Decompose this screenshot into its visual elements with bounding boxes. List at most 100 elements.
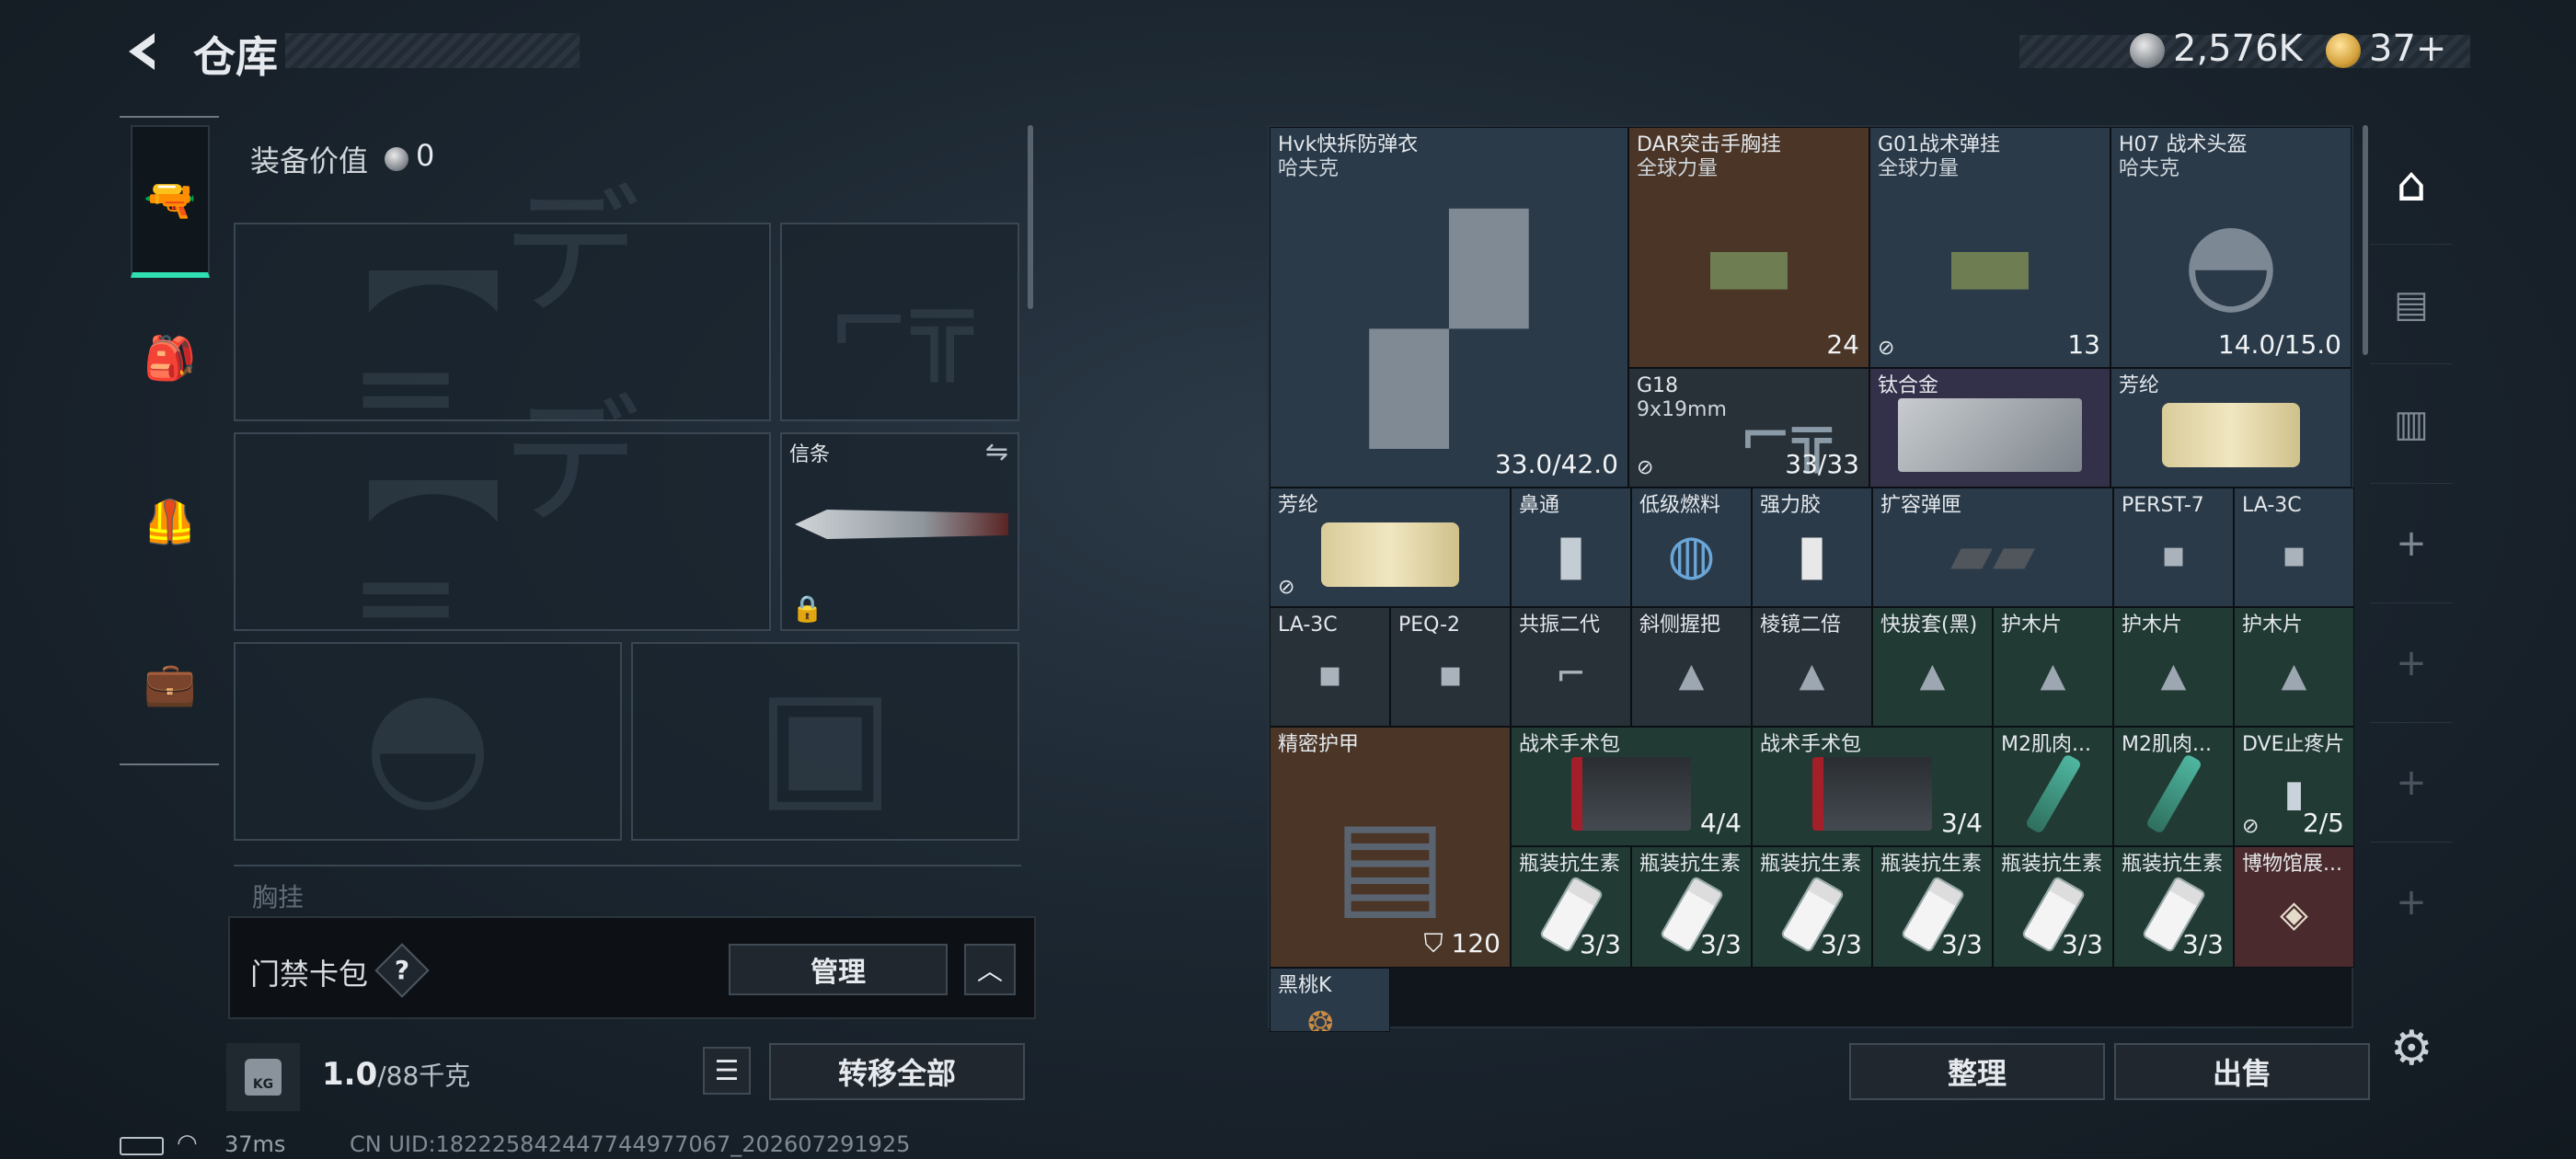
- tab-toolbox[interactable]: 💼: [131, 607, 210, 760]
- pistol-slot[interactable]: ⌐╦: [780, 223, 1019, 421]
- sort-button[interactable]: 整理: [1849, 1043, 2105, 1100]
- stash-scrollbar[interactable]: [2363, 125, 2368, 355]
- secondary-weapon-slot[interactable]: ︻デ═: [234, 394, 771, 670]
- wifi-icon: ◠: [177, 1130, 198, 1157]
- item-antibiotic[interactable]: 瓶装抗生素 3/3: [2113, 846, 2234, 968]
- item-la3c[interactable]: LA-3C ▪: [1270, 607, 1390, 727]
- item-prism-2x[interactable]: 棱镜二倍 ▲: [1752, 607, 1872, 727]
- silver-coin-icon: [2130, 33, 2165, 68]
- item-pistol[interactable]: G18 9x19mm ⌐╦ ⊘ 33/33: [1628, 368, 1869, 488]
- laser-image: ▪: [2160, 533, 2187, 576]
- item-name: 护木片: [2001, 614, 2063, 637]
- armor-slot[interactable]: ▣: [631, 642, 1019, 841]
- item-aramid[interactable]: 芳纶 ⊘: [1270, 488, 1511, 607]
- folder-icon: ▥: [2394, 402, 2429, 445]
- backpack-icon: 🎒: [144, 332, 197, 383]
- coin-icon: [385, 147, 408, 171]
- item-peq2[interactable]: PEQ-2 ▪: [1390, 607, 1511, 727]
- gold-coin-icon: [2326, 33, 2361, 68]
- sell-button[interactable]: 出售: [2114, 1043, 2370, 1100]
- tab-backpack[interactable]: 🎒: [131, 281, 210, 434]
- collapse-button[interactable]: ︿: [964, 944, 1016, 995]
- back-button[interactable]: [118, 28, 166, 75]
- item-antibiotic[interactable]: 瓶装抗生素 3/3: [1752, 846, 1872, 968]
- carry-weight: 1.0/88千克: [322, 1056, 470, 1093]
- item-fuel[interactable]: 低级燃料 ◍: [1631, 488, 1752, 607]
- gold-currency-value[interactable]: 37+: [2369, 28, 2446, 70]
- equip-scrollbar[interactable]: [1028, 125, 1033, 309]
- item-antibiotic[interactable]: 瓶装抗生素 3/3: [1993, 846, 2113, 968]
- laser-image: ▪: [1317, 652, 1343, 695]
- item-black-k[interactable]: 黑桃K ❂: [1270, 968, 1390, 1032]
- item-chest-rig[interactable]: DAR突击手胸挂 全球力量 ▬ 24: [1628, 127, 1869, 368]
- transfer-all-button[interactable]: 转移全部: [769, 1043, 1025, 1100]
- item-handguard[interactable]: 护木片 ▲: [2113, 607, 2234, 727]
- tab-add-2[interactable]: +: [2370, 603, 2453, 723]
- item-surgery-kit[interactable]: 战术手术包 3/4: [1752, 727, 1993, 846]
- bag-image: ▬: [1701, 202, 1797, 321]
- item-nasal-spray[interactable]: 鼻通 ▮: [1511, 488, 1631, 607]
- item-handguard[interactable]: 护木片 ▲: [1993, 607, 2113, 727]
- item-perst7[interactable]: PERST-7 ▪: [2113, 488, 2234, 607]
- silver-currency-value: 2,576K: [2173, 28, 2303, 70]
- item-name: 精密护甲: [1278, 733, 1360, 756]
- tab-stash-2[interactable]: ▤: [2370, 245, 2453, 364]
- tab-add-3[interactable]: +: [2370, 723, 2453, 843]
- item-precision-armor[interactable]: 精密护甲 ▤ ⛉ 120: [1270, 727, 1511, 968]
- plus-icon: +: [2396, 522, 2427, 565]
- item-quick-holster[interactable]: 快拔套(黑) ▲: [1872, 607, 1993, 727]
- tab-add-1[interactable]: +: [2370, 484, 2453, 603]
- tab-stash-3[interactable]: ▥: [2370, 364, 2453, 484]
- carry-weight-value: 1.0: [322, 1056, 378, 1093]
- item-tactical-rig[interactable]: G01战术弹挂 全球力量 ▬ ⊘ 13: [1869, 127, 2110, 368]
- item-durability: 33.0/42.0: [1494, 449, 1618, 479]
- item-uses: 3/4: [1940, 808, 1983, 838]
- item-armor[interactable]: Hvk快拆防弹衣 哈夫克 ▞ 33.0/42.0: [1270, 127, 1628, 488]
- item-antibiotic[interactable]: 瓶装抗生素 3/3: [1872, 846, 1993, 968]
- toolbox-icon: 💼: [144, 658, 197, 708]
- item-glue[interactable]: 强力胶 ▮: [1752, 488, 1872, 607]
- item-surgery-kit[interactable]: 战术手术包 4/4: [1511, 727, 1752, 846]
- list-view-button[interactable]: ☰: [703, 1047, 751, 1095]
- kit-image: [1812, 756, 1932, 831]
- tab-weapon[interactable]: 🔫: [131, 125, 210, 278]
- item-name: G18 9x19mm: [1637, 374, 1727, 421]
- item-angled-grip[interactable]: 斜侧握把 ▲: [1631, 607, 1752, 727]
- item-uses: 3/3: [1579, 929, 1621, 959]
- item-handguard[interactable]: 护木片 ▲: [2234, 607, 2354, 727]
- item-antibiotic[interactable]: 瓶装抗生素 3/3: [1511, 846, 1631, 968]
- item-museum-exhibit[interactable]: 博物馆展... ◈: [2234, 846, 2354, 968]
- item-m2-muscle[interactable]: M2肌肉...: [2113, 727, 2234, 846]
- stash-grid: Hvk快拆防弹衣 哈夫克 ▞ 33.0/42.0 DAR突击手胸挂 全球力量 ▬ 2…: [1268, 125, 2354, 1032]
- item-extended-mag[interactable]: 扩容弹匣 ▰▰: [1872, 488, 2113, 607]
- item-capacity: 24: [1826, 329, 1859, 360]
- item-name: 护木片: [2242, 614, 2304, 637]
- roll-image: [2162, 402, 2300, 467]
- tab-add-4[interactable]: +: [2370, 843, 2453, 962]
- gear-icon[interactable]: ⚙: [2390, 1021, 2433, 1076]
- item-la3c[interactable]: LA-3C ▪: [2234, 488, 2354, 607]
- tab-vest[interactable]: 🦺: [131, 445, 210, 598]
- item-resonance[interactable]: 共振二代 ⌐: [1511, 607, 1631, 727]
- helmet-slot[interactable]: ◓: [234, 642, 622, 841]
- item-m2-muscle[interactable]: M2肌肉...: [1993, 727, 2113, 846]
- item-aramid[interactable]: 芳纶: [2110, 368, 2352, 488]
- item-titanium[interactable]: 钛合金: [1869, 368, 2110, 488]
- swap-icon[interactable]: ⇋: [985, 436, 1008, 468]
- item-dve-painkiller[interactable]: DVE止疼片 ▮ ⊘ 2/5: [2234, 727, 2354, 846]
- tab-stash-1[interactable]: ⌂: [2370, 125, 2453, 245]
- manage-button[interactable]: 管理: [729, 944, 948, 995]
- item-antibiotic[interactable]: 瓶装抗生素 3/3: [1631, 846, 1752, 968]
- ping-text: 37ms: [224, 1131, 286, 1157]
- equip-value-label: 装备价值: [250, 143, 369, 178]
- item-helmet[interactable]: H07 战术头盔 哈夫克 ◓ 14.0/15.0: [2110, 127, 2352, 368]
- stash-tabbar: ⌂ ▤ ▥ + + + +: [2370, 125, 2453, 1137]
- item-uses: 3/3: [2181, 929, 2224, 959]
- melee-slot[interactable]: 信条 ⇋ 🔒: [780, 432, 1019, 631]
- pistol-icon: 🔫: [144, 174, 197, 224]
- item-name: 战术手术包: [1519, 733, 1621, 756]
- help-mark: ?: [394, 955, 410, 985]
- lock-icon: 🔒: [791, 593, 823, 624]
- item-name: 共振二代: [1519, 614, 1601, 637]
- placeholder-icon: ▲: [2160, 657, 2187, 695]
